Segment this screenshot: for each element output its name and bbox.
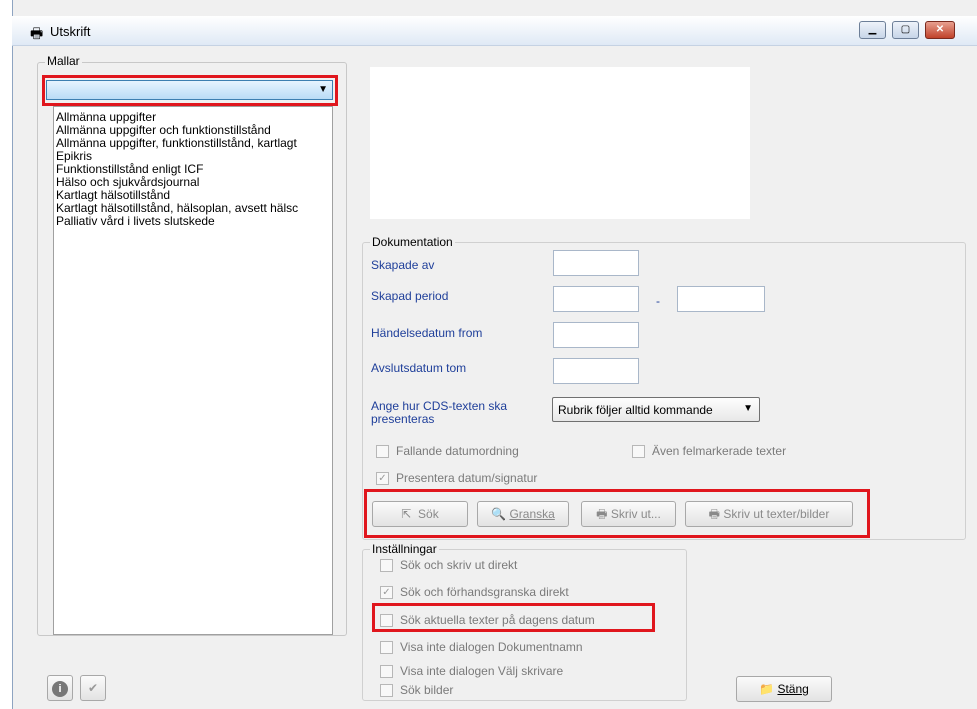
- skapad-period-label: Skapad period: [371, 289, 449, 303]
- mallar-legend: Mallar: [45, 54, 82, 68]
- aven-felmarkerade-label: Även felmarkerade texter: [652, 444, 787, 458]
- skapade-av-input[interactable]: [553, 250, 639, 276]
- avslutsdatum-label: Avslutsdatum tom: [371, 361, 467, 375]
- highlight-box: [372, 603, 655, 632]
- mallar-dropdown[interactable]: ▼: [46, 80, 333, 100]
- mallar-list-item[interactable]: Epikris: [54, 150, 332, 163]
- skriv-ut-texter-button[interactable]: 🖶 Skriv ut texter/bilder: [685, 501, 853, 527]
- setting-label: Visa inte dialogen Välj skrivare: [400, 664, 564, 678]
- close-button[interactable]: ✕: [925, 21, 955, 39]
- granska-button-label: Granska: [509, 507, 555, 521]
- handelsedatum-label: Händelsedatum from: [371, 326, 483, 340]
- setting-label: Sök och skriv ut direkt: [400, 558, 518, 572]
- chevron-down-icon: ▼: [318, 84, 328, 95]
- sok-button-label: Sök: [418, 507, 439, 521]
- checkmark-icon: ✔: [87, 681, 99, 695]
- window-title: Utskrift: [50, 24, 91, 39]
- aven-felmarkerade-checkbox[interactable]: [632, 445, 645, 458]
- setting-checkbox[interactable]: [380, 684, 393, 697]
- mallar-list-item[interactable]: Palliativ vård i livets slutskede: [54, 215, 332, 228]
- skapade-av-label: Skapade av: [371, 258, 435, 272]
- setting-label: Sök och förhandsgranska direkt: [400, 585, 569, 599]
- installningar-legend: Inställningar: [370, 542, 439, 556]
- maximize-button[interactable]: ▢: [892, 21, 919, 39]
- handelsedatum-input[interactable]: [553, 322, 639, 348]
- cds-dropdown-value: Rubrik följer alltid kommande: [558, 403, 713, 417]
- minimize-button[interactable]: ▁: [859, 21, 886, 39]
- cds-dropdown[interactable]: Rubrik följer alltid kommande ▼: [552, 397, 760, 422]
- fallande-label: Fallande datumordning: [396, 444, 519, 458]
- period-from-input[interactable]: [553, 286, 639, 312]
- printer-icon: 🖶: [30, 25, 44, 41]
- mallar-list-item[interactable]: Kartlagt hälsotillstånd: [54, 189, 332, 202]
- mallar-list-item[interactable]: Funktionstillstånd enligt ICF: [54, 163, 332, 176]
- mallar-list-item[interactable]: Hälso och sjukvårdsjournal: [54, 176, 332, 189]
- mallar-list-item[interactable]: Allmänna uppgifter och funktionstillstån…: [54, 124, 332, 137]
- avslutsdatum-input[interactable]: [553, 358, 639, 384]
- setting-label: Visa inte dialogen Dokumentnamn: [400, 640, 583, 654]
- period-separator: -: [656, 294, 660, 308]
- skriv-ut-button-label: Skriv ut...: [610, 507, 661, 521]
- stang-button-label: Stäng: [777, 682, 809, 696]
- mallar-list-item[interactable]: Allmänna uppgifter: [54, 111, 332, 124]
- printer-icon: 🖶: [596, 507, 608, 521]
- skriv-ut-texter-button-label: Skriv ut texter/bilder: [723, 507, 830, 521]
- skriv-ut-button[interactable]: 🖶 Skriv ut...: [581, 501, 676, 527]
- sok-button[interactable]: ⇱ Sök: [372, 501, 468, 527]
- setting-checkbox[interactable]: ✓: [380, 586, 393, 599]
- setting-checkbox[interactable]: [380, 665, 393, 678]
- stang-button[interactable]: 📁 Stäng: [736, 676, 832, 702]
- title-bar: 🖶 Utskrift ▁ ▢ ✕: [12, 16, 977, 46]
- preview-area: [370, 67, 750, 219]
- cds-label: Ange hur CDS-texten ska presenteras: [371, 399, 508, 426]
- info-button[interactable]: i: [47, 675, 73, 701]
- dokumentation-legend: Dokumentation: [370, 235, 455, 249]
- chevron-down-icon: ▼: [743, 403, 753, 414]
- mallar-list[interactable]: Allmänna uppgifter Allmänna uppgifter och…: [53, 106, 333, 635]
- setting-checkbox[interactable]: [380, 559, 393, 572]
- search-icon: ⇱: [401, 507, 412, 521]
- confirm-button[interactable]: ✔: [80, 675, 106, 701]
- fallande-checkbox[interactable]: [376, 445, 389, 458]
- mallar-list-item[interactable]: Allmänna uppgifter, funktionstillstånd, …: [54, 137, 332, 150]
- period-to-input[interactable]: [677, 286, 765, 312]
- presentera-label: Presentera datum/signatur: [396, 471, 538, 485]
- presentera-checkbox[interactable]: ✓: [376, 472, 389, 485]
- info-icon: i: [52, 681, 68, 697]
- printer-icon: 🖶: [708, 507, 720, 521]
- setting-label: Sök bilder: [400, 683, 454, 697]
- granska-button[interactable]: 🔍 Granska: [477, 501, 569, 527]
- mallar-list-item[interactable]: Kartlagt hälsotillstånd, hälsoplan, avse…: [54, 202, 332, 215]
- folder-icon: 📁: [759, 682, 775, 696]
- preview-icon: 🔍: [491, 507, 507, 521]
- setting-checkbox[interactable]: [380, 641, 393, 654]
